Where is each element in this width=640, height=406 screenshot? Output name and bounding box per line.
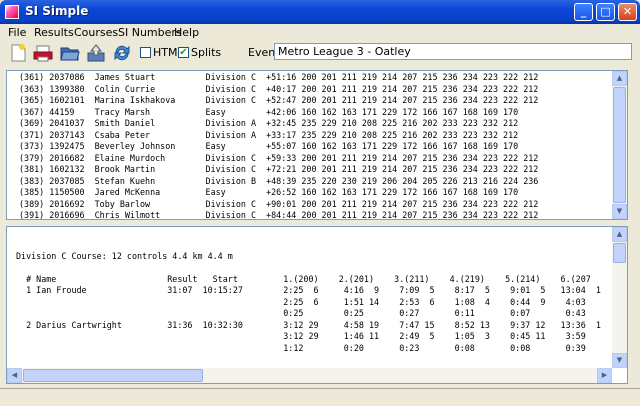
report-line bbox=[16, 262, 613, 274]
scroll-up-arrow[interactable]: ▲ bbox=[612, 71, 627, 86]
splits-checkbox-label: Splits bbox=[191, 46, 222, 59]
results-report-text: Division C Course: 12 controls 4.4 km 4.… bbox=[16, 239, 613, 365]
open-folder-icon[interactable] bbox=[60, 43, 80, 63]
entry-row[interactable]: (361) 2037086 James Stuart Division C +5… bbox=[19, 72, 609, 84]
menu-courses[interactable]: Courses bbox=[74, 26, 118, 39]
scroll-thumb[interactable] bbox=[613, 87, 626, 203]
minimize-button[interactable]: _ bbox=[574, 3, 593, 21]
entry-row[interactable]: (385) 1150500 Jared McKenna Easy +26:52 … bbox=[19, 187, 609, 199]
report-line: 1 Ian Froude 31:07 10:15:27 2:25 6 4:16 … bbox=[16, 285, 601, 295]
event-name-field[interactable]: Metro League 3 - Oatley bbox=[274, 43, 632, 60]
results-report-pane[interactable]: Division C Course: 12 controls 4.4 km 4.… bbox=[6, 226, 628, 384]
menu-bar: File Results Courses SI Numbers Help bbox=[0, 24, 640, 40]
entry-row[interactable]: (363) 1399380 Colin Currie Division C +4… bbox=[19, 84, 609, 96]
close-button[interactable]: ✕ bbox=[618, 3, 637, 21]
menu-file[interactable]: File bbox=[8, 26, 26, 39]
entry-row[interactable]: (365) 1602101 Marina Iskhakova Division … bbox=[19, 95, 609, 107]
entry-row[interactable]: (367) 44159 Tracy Marsh Easy +42:06 160 … bbox=[19, 107, 609, 119]
report-scroll-up-arrow[interactable]: ▲ bbox=[612, 227, 627, 242]
report-line bbox=[16, 354, 613, 365]
report-scroll-right-arrow[interactable]: ▶ bbox=[597, 368, 612, 383]
menu-results[interactable]: Results bbox=[34, 26, 74, 39]
report-hscroll-thumb[interactable] bbox=[23, 369, 203, 382]
status-bar bbox=[0, 388, 640, 406]
entry-row[interactable]: (369) 2041037 Smith Daniel Division A +3… bbox=[19, 118, 609, 130]
report-line bbox=[16, 239, 613, 251]
window-title: SI Simple bbox=[25, 4, 89, 18]
maximize-button[interactable]: □ bbox=[596, 3, 615, 21]
splits-checkbox[interactable]: ✔ bbox=[178, 47, 189, 58]
entry-row[interactable]: (383) 2037085 Stefan Kuehn Division B +4… bbox=[19, 176, 609, 188]
entry-row[interactable]: (379) 2016682 Elaine Murdoch Division C … bbox=[19, 153, 609, 165]
entries-list-rows: (361) 2037086 James Stuart Division C +5… bbox=[19, 72, 609, 219]
menu-help[interactable]: Help bbox=[174, 26, 199, 39]
app-icon bbox=[5, 5, 19, 19]
report-vertical-scrollbar[interactable]: ▲ ▼ bbox=[612, 227, 627, 368]
toolbar: HTML ✔ Splits Event: Metro League 3 - Oa… bbox=[0, 40, 640, 66]
refresh-icon[interactable] bbox=[112, 43, 132, 63]
report-line: 0:25 0:25 0:27 0:11 0:07 0:43 bbox=[16, 308, 586, 318]
printer-icon[interactable] bbox=[33, 43, 53, 63]
scroll-down-arrow[interactable]: ▼ bbox=[612, 204, 627, 219]
entry-row[interactable]: (389) 2016692 Toby Barlow Division C +90… bbox=[19, 199, 609, 211]
entries-list[interactable]: (361) 2037086 James Stuart Division C +5… bbox=[6, 70, 628, 220]
report-line: Division C Course: 12 controls 4.4 km 4.… bbox=[16, 250, 233, 261]
entry-row[interactable]: (373) 1392475 Beverley Johnson Easy +55:… bbox=[19, 141, 609, 153]
report-scroll-down-arrow[interactable]: ▼ bbox=[612, 353, 627, 368]
entry-row[interactable]: (371) 2037143 Csaba Peter Division A +33… bbox=[19, 130, 609, 142]
html-checkbox[interactable] bbox=[140, 47, 151, 58]
report-line: 2:25 6 1:51 14 2:53 6 1:08 4 0:44 9 4:03 bbox=[16, 296, 586, 307]
menu-si-numbers[interactable]: SI Numbers bbox=[118, 26, 182, 39]
report-line: # Name Result Start 1.(200) 2.(201) 3.(2… bbox=[16, 273, 591, 284]
export-icon[interactable] bbox=[86, 43, 106, 63]
entry-row[interactable]: (391) 2016696 Chris Wilmott Division C +… bbox=[19, 210, 609, 219]
entry-row[interactable]: (381) 1602132 Brook Martin Division C +7… bbox=[19, 164, 609, 176]
report-line: 3:12 29 1:46 11 2:49 5 1:05 3 0:45 11 3:… bbox=[16, 331, 586, 341]
report-line: 2 Darius Cartwright 31:36 10:32:30 3:12 … bbox=[16, 319, 601, 330]
new-file-icon[interactable] bbox=[8, 43, 28, 63]
entries-vertical-scrollbar[interactable]: ▲ ▼ bbox=[612, 71, 627, 219]
report-horizontal-scrollbar[interactable]: ◀ ▶ bbox=[7, 368, 612, 383]
report-scroll-left-arrow[interactable]: ◀ bbox=[7, 368, 22, 383]
report-line: 1:12 0:20 0:23 0:08 0:08 0:39 bbox=[16, 342, 586, 353]
report-scroll-thumb[interactable] bbox=[613, 243, 626, 263]
title-bar: SI Simple _ □ ✕ bbox=[0, 0, 640, 24]
